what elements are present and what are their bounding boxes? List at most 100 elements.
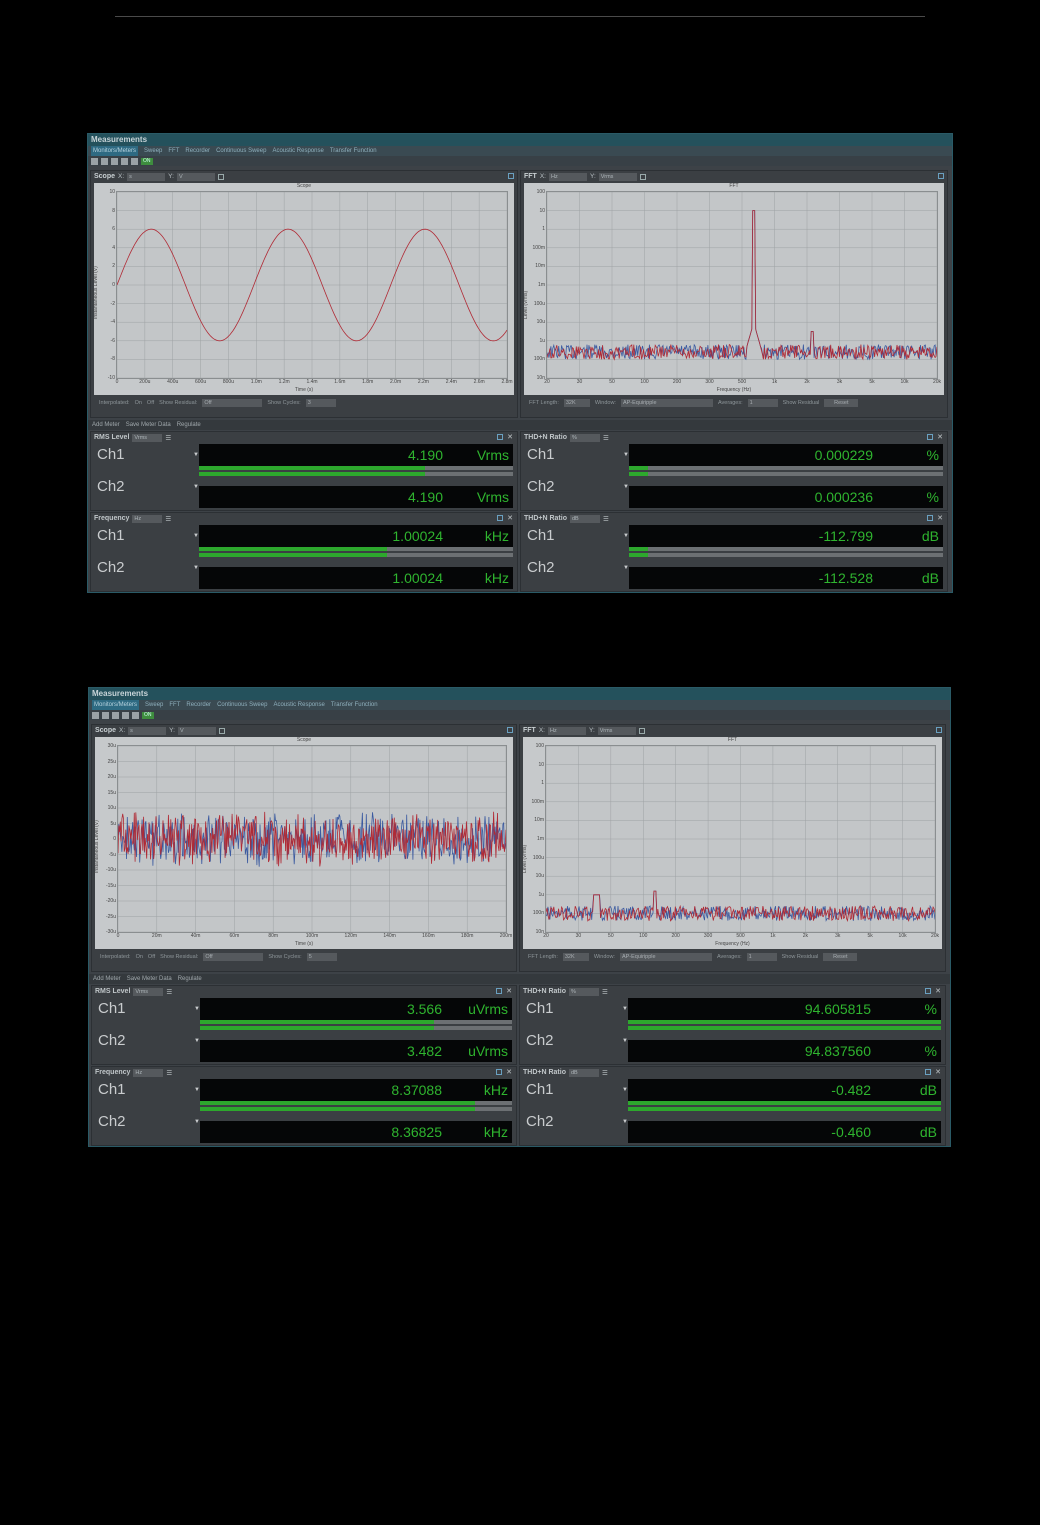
menu-tab-transfer-function[interactable]: Transfer Function [331, 700, 378, 710]
menu-tab-fft[interactable]: FFT [169, 700, 180, 710]
cycles-stepper[interactable]: 3 [305, 399, 336, 407]
fft-plot[interactable]: FFT Frequency (Hz) Level (Vrms) 100 10 1 100m 1… [522, 737, 942, 949]
averages-stepper[interactable]: 1 [746, 953, 777, 961]
radio-off[interactable]: Off [147, 400, 154, 406]
y-unit-select[interactable]: V [176, 172, 215, 181]
save-meter-data-button[interactable]: Save Meter Data [126, 422, 171, 428]
lock-icon[interactable] [111, 157, 118, 165]
popout-icon[interactable] [497, 515, 503, 521]
close-icon[interactable]: ✕ [935, 1068, 941, 1076]
meter-menu-icon[interactable]: ☰ [165, 515, 171, 523]
y-unit-select[interactable]: Vrms [598, 172, 637, 181]
generator-on-badge[interactable]: ON [141, 157, 153, 165]
close-icon[interactable]: ✕ [935, 987, 941, 995]
menu-tab-fft[interactable]: FFT [168, 146, 179, 156]
menu-tab-continuous-sweep[interactable]: Continuous Sweep [217, 700, 267, 710]
window-select[interactable]: AP-Equiripple [620, 399, 713, 407]
menu-tab-continuous-sweep[interactable]: Continuous Sweep [216, 146, 266, 156]
meter-menu-icon[interactable]: ☰ [602, 1069, 608, 1077]
x-unit-select[interactable]: Hz [547, 726, 586, 735]
close-icon[interactable]: ✕ [937, 514, 943, 522]
radio-on[interactable]: On [136, 954, 143, 960]
cycles-stepper[interactable]: 5 [306, 953, 337, 961]
save-meter-data-button[interactable]: Save Meter Data [127, 976, 172, 982]
popout-icon[interactable] [496, 1069, 502, 1075]
menu-tab-transfer-function[interactable]: Transfer Function [330, 146, 377, 156]
x-unit-select[interactable]: s [128, 726, 167, 735]
camera-icon[interactable] [132, 711, 139, 719]
fft-length-select[interactable]: 32K [563, 399, 590, 407]
meter-unit-select[interactable]: Hz [133, 1068, 164, 1077]
radio-on[interactable]: On [135, 400, 142, 406]
regulate-button[interactable]: Regulate [178, 976, 202, 982]
menu-tab-acoustic-response[interactable]: Acoustic Response [272, 146, 323, 156]
meter-menu-icon[interactable]: ☰ [603, 434, 609, 442]
camera-icon[interactable] [131, 157, 138, 165]
popout-icon[interactable] [936, 727, 942, 733]
menu-tab-sweep[interactable]: Sweep [144, 146, 162, 156]
menu-tab-recorder[interactable]: Recorder [185, 146, 210, 156]
menu-tab-monitors-meters[interactable]: Monitors/Meters [91, 146, 139, 156]
meter-unit-select[interactable]: Hz [132, 514, 163, 523]
scope-plot[interactable]: Scope Time (s) Instantaneous Level (V) 30u 2… [94, 737, 513, 949]
popout-icon[interactable] [927, 434, 933, 440]
popout-icon[interactable] [927, 515, 933, 521]
x-unit-select[interactable]: s [127, 172, 166, 181]
settings-icon[interactable] [638, 727, 645, 734]
popout-icon[interactable] [508, 173, 514, 179]
lock-icon[interactable] [112, 711, 119, 719]
x-unit-select[interactable]: Hz [548, 172, 587, 181]
settings-icon[interactable] [218, 727, 225, 734]
meter-unit-select[interactable]: Vrms [133, 987, 164, 996]
add-meter-button[interactable]: Add Meter [92, 422, 120, 428]
meter-unit-select[interactable]: dB [569, 514, 600, 523]
close-icon[interactable]: ✕ [506, 987, 512, 995]
save-icon[interactable] [102, 711, 109, 719]
add-meter-button[interactable]: Add Meter [93, 976, 121, 982]
meter-unit-select[interactable]: % [568, 987, 599, 996]
popout-icon[interactable] [497, 434, 503, 440]
y-unit-select[interactable]: V [177, 726, 216, 735]
close-icon[interactable]: ✕ [507, 433, 513, 441]
reset-button[interactable]: Reset [824, 399, 859, 407]
record-icon[interactable] [121, 157, 128, 165]
settings-icon[interactable] [639, 173, 646, 180]
close-icon[interactable]: ✕ [507, 514, 513, 522]
meter-unit-select[interactable]: Vrms [132, 433, 163, 442]
meter-menu-icon[interactable]: ☰ [165, 434, 171, 442]
menu-tab-monitors-meters[interactable]: Monitors/Meters [92, 700, 140, 710]
popout-icon[interactable] [496, 988, 502, 994]
meter-menu-icon[interactable]: ☰ [603, 515, 609, 523]
residual-select[interactable]: Off [203, 953, 264, 961]
averages-stepper[interactable]: 1 [747, 399, 778, 407]
meter-unit-select[interactable]: dB [568, 1068, 599, 1077]
close-icon[interactable]: ✕ [937, 433, 943, 441]
scope-plot[interactable]: Scope Time (s) Instantaneous Level (V) 10 8 6… [93, 183, 514, 395]
meter-menu-icon[interactable]: ☰ [166, 1069, 172, 1077]
show-residual-checkbox[interactable]: Show Residual [783, 400, 820, 406]
meter-unit-select[interactable]: % [569, 433, 600, 442]
popout-icon[interactable] [925, 1069, 931, 1075]
residual-select[interactable]: Off [202, 399, 263, 407]
menu-tab-sweep[interactable]: Sweep [145, 700, 163, 710]
meter-menu-icon[interactable]: ☰ [602, 988, 608, 996]
regulate-button[interactable]: Regulate [177, 422, 201, 428]
record-icon[interactable] [122, 711, 129, 719]
meter-menu-icon[interactable]: ☰ [166, 988, 172, 996]
popout-icon[interactable] [507, 727, 513, 733]
close-icon[interactable]: ✕ [506, 1068, 512, 1076]
radio-off[interactable]: Off [148, 954, 155, 960]
popout-icon[interactable] [925, 988, 931, 994]
settings-icon[interactable] [217, 173, 224, 180]
y-unit-select[interactable]: Vrms [597, 726, 636, 735]
fft-plot[interactable]: FFT Frequency (Hz) Level (Vrms) 100 10 1 100m 1… [523, 183, 944, 395]
reset-button[interactable]: Reset [823, 953, 858, 961]
menu-tab-acoustic-response[interactable]: Acoustic Response [273, 700, 324, 710]
generator-on-badge[interactable]: ON [142, 711, 154, 719]
window-select[interactable]: AP-Equiripple [619, 953, 712, 961]
menu-tab-recorder[interactable]: Recorder [186, 700, 211, 710]
show-residual-checkbox[interactable]: Show Residual [782, 954, 819, 960]
new-icon[interactable] [92, 711, 99, 719]
save-icon[interactable] [101, 157, 108, 165]
new-icon[interactable] [91, 157, 98, 165]
